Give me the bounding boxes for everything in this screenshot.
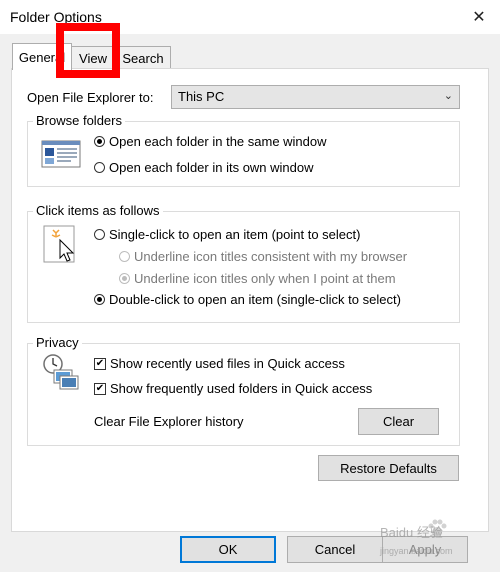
radio-underline-consistent-label: Underline icon titles consistent with my… xyxy=(134,249,408,264)
checkmark-icon: ✔ xyxy=(94,382,106,395)
checkbox-recent-files-label: Show recently used files in Quick access xyxy=(110,356,345,371)
close-icon: ✕ xyxy=(472,9,486,26)
privacy-icon xyxy=(42,352,82,393)
radio-underline-consistent[interactable]: Underline icon titles consistent with my… xyxy=(119,249,407,264)
radio-double-click[interactable]: Double-click to open an item (single-cli… xyxy=(94,292,401,307)
chevron-down-icon: ⌄ xyxy=(443,90,453,102)
browse-folders-title: Browse folders xyxy=(33,113,125,128)
radio-own-window[interactable]: Open each folder in its own window xyxy=(94,160,314,175)
tab-search[interactable]: Search xyxy=(115,46,171,69)
click-items-title: Click items as follows xyxy=(33,203,163,218)
privacy-title: Privacy xyxy=(33,335,82,350)
checkbox-frequent-folders-label: Show frequently used folders in Quick ac… xyxy=(110,381,373,396)
watermark-text: Baidu 经验 xyxy=(380,525,443,540)
browse-folders-icon xyxy=(41,139,81,172)
open-explorer-value: This PC xyxy=(178,89,225,104)
radio-dot xyxy=(94,162,105,173)
browse-folders-group xyxy=(27,121,460,187)
open-explorer-label: Open File Explorer to: xyxy=(27,90,154,105)
radio-underline-point-label: Underline icon titles only when I point … xyxy=(134,271,396,286)
radio-single-click-label: Single-click to open an item (point to s… xyxy=(109,227,361,242)
radio-single-click[interactable]: Single-click to open an item (point to s… xyxy=(94,227,360,242)
checkbox-frequent-folders[interactable]: ✔ Show frequently used folders in Quick … xyxy=(94,381,372,396)
radio-same-window[interactable]: Open each folder in the same window xyxy=(94,134,327,149)
checkbox-recent-files[interactable]: ✔ Show recently used files in Quick acce… xyxy=(94,356,345,371)
click-cursor-icon xyxy=(42,224,82,269)
ok-button[interactable]: OK xyxy=(180,536,276,563)
baidu-watermark: Baidu 经验 jingyan.baidu.com xyxy=(378,516,496,568)
highlight-box xyxy=(56,23,120,78)
radio-underline-point[interactable]: Underline icon titles only when I point … xyxy=(119,271,396,286)
radio-dot xyxy=(94,229,105,240)
radio-own-window-label: Open each folder in its own window xyxy=(109,160,314,175)
radio-double-click-label: Double-click to open an item (single-cli… xyxy=(109,292,401,307)
radio-dot xyxy=(119,273,130,284)
open-explorer-dropdown[interactable]: This PC ⌄ xyxy=(171,85,460,109)
checkmark-icon: ✔ xyxy=(94,357,106,370)
radio-dot xyxy=(119,251,130,262)
watermark-sub: jingyan.baidu.com xyxy=(380,546,453,556)
radio-dot xyxy=(94,136,105,147)
radio-same-window-label: Open each folder in the same window xyxy=(109,134,327,149)
restore-defaults-button[interactable]: Restore Defaults xyxy=(318,455,459,481)
cancel-button[interactable]: Cancel xyxy=(287,536,383,563)
radio-dot xyxy=(94,294,105,305)
close-button[interactable]: ✕ xyxy=(462,2,496,32)
clear-history-label: Clear File Explorer history xyxy=(94,414,244,429)
clear-button[interactable]: Clear xyxy=(358,408,439,435)
